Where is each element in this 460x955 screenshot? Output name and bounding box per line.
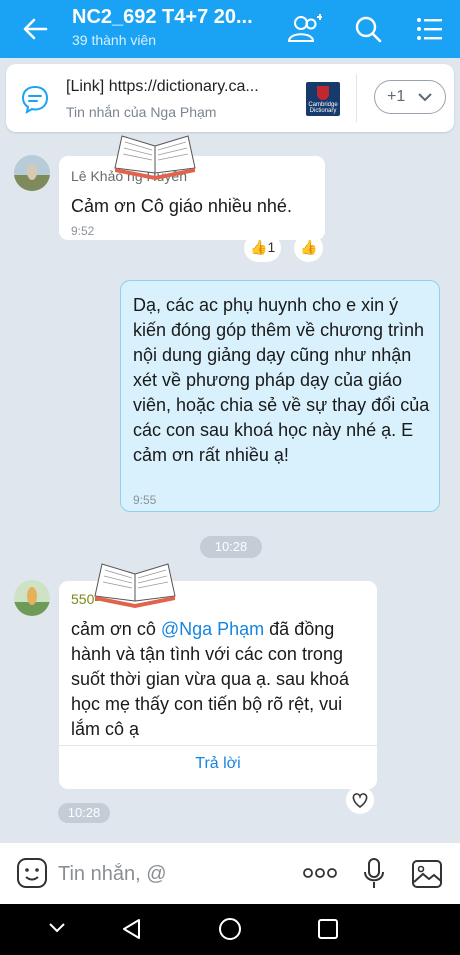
link-thumbnail[interactable]: Cambridge Dictionary <box>306 82 340 116</box>
message-composer <box>0 842 460 904</box>
group-title[interactable]: NC2_692 T4+7 20... <box>72 6 253 29</box>
chat-header: NC2_692 T4+7 20... 39 thành viên <box>0 0 460 58</box>
pinned-message-bar[interactable]: [Link] https://dictionary.ca... Tin nhắn… <box>6 64 454 132</box>
system-nav-bar <box>0 904 460 955</box>
open-book-sticker <box>114 135 196 180</box>
message-time: 10:28 <box>58 803 110 823</box>
message-text: Dạ, các ac phụ huynh cho e xin ý kiến đó… <box>133 295 430 465</box>
heart-react-button[interactable] <box>346 786 374 814</box>
date-separator: 10:28 <box>200 536 262 558</box>
more-options-icon[interactable] <box>302 865 338 881</box>
mention-link[interactable]: @Nga Phạm <box>161 619 264 639</box>
message-text: cảm ơn cô @Nga Phạm đã đồng hành và tận … <box>71 619 350 739</box>
thumbs-up-icon: 👍 <box>250 239 268 255</box>
add-reaction-button[interactable]: 👍 <box>294 234 324 262</box>
emoji-icon[interactable] <box>16 857 48 889</box>
home-circle-icon[interactable] <box>218 917 242 941</box>
back-arrow-icon[interactable] <box>20 14 50 44</box>
sent-message-bubble[interactable]: Dạ, các ac phụ huynh cho e xin ý kiến đó… <box>120 280 440 512</box>
reaction-chip[interactable]: 👍1 <box>244 234 282 262</box>
image-gallery-icon[interactable] <box>410 857 444 891</box>
divider <box>59 745 377 746</box>
divider <box>356 74 357 122</box>
back-triangle-icon[interactable] <box>120 917 144 941</box>
menu-list-icon[interactable] <box>412 12 448 46</box>
message-time: 9:52 <box>71 224 95 238</box>
message-time: 9:55 <box>133 493 157 507</box>
avatar[interactable] <box>14 155 50 191</box>
member-count[interactable]: 39 thành viên <box>72 32 156 48</box>
expand-pinned-button[interactable]: +1 <box>374 80 446 114</box>
heart-icon <box>352 793 368 809</box>
add-member-icon[interactable] <box>286 12 322 46</box>
pinned-link-text[interactable]: [Link] https://dictionary.ca... <box>66 78 259 96</box>
search-icon[interactable] <box>350 12 386 46</box>
message-bubble[interactable]: 550- cảm ơn cô @Nga Phạm đã đồng hành và… <box>58 580 378 790</box>
reply-button[interactable]: Trả lời <box>59 755 377 773</box>
avatar[interactable] <box>14 580 50 616</box>
cambridge-crest-icon <box>317 86 329 100</box>
open-book-sticker <box>94 563 176 608</box>
thumbs-up-icon: 👍 <box>300 239 318 255</box>
microphone-icon[interactable] <box>362 857 386 891</box>
pinned-sender-text: Tin nhắn của Nga Phạm <box>66 104 217 120</box>
chevron-down-icon[interactable] <box>48 922 66 934</box>
chevron-down-icon <box>418 93 432 102</box>
message-input[interactable] <box>58 859 288 889</box>
chat-bubble-icon <box>21 85 49 114</box>
message-text: Cảm ơn Cô giáo nhiều nhé. <box>71 196 292 216</box>
recent-apps-icon[interactable] <box>316 917 340 941</box>
